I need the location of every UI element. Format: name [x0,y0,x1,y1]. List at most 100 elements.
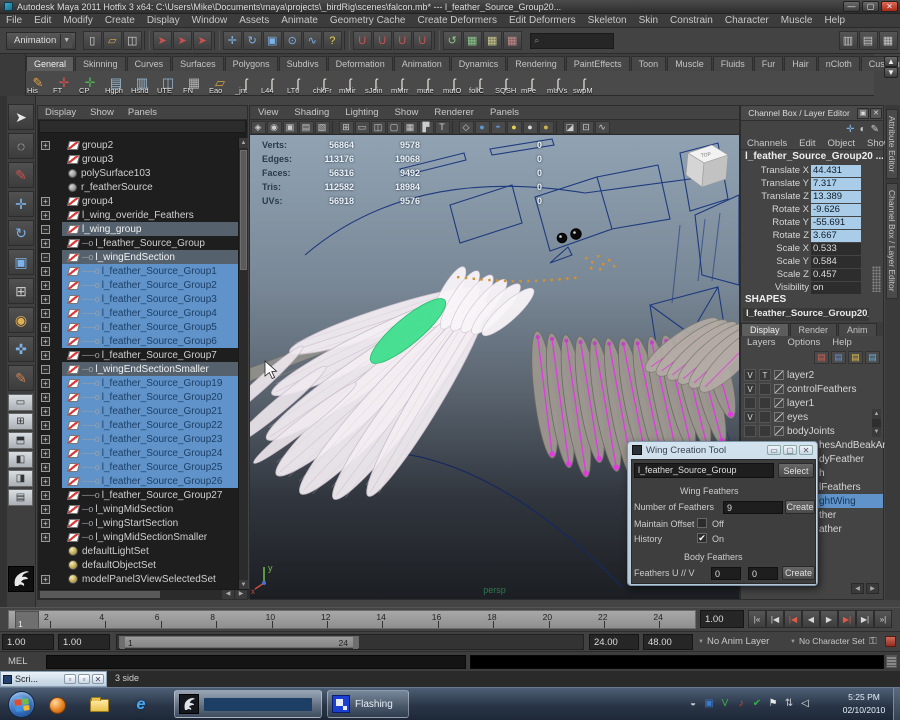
outliner-item-l_feather_Source_Group22[interactable]: + ──o l_feather_Source_Group22 [38,418,240,432]
show-desktop-button[interactable] [893,688,900,720]
plugin-shapes-icon[interactable]: ∿ [594,120,610,134]
outliner-item-content[interactable]: ──o l_feather_Source_Group5 [62,320,240,334]
shadows-icon[interactable]: ● [522,120,538,134]
channel-value-field[interactable]: 13.389 [811,190,861,203]
lock-camera-icon[interactable]: ◉ [266,120,282,134]
channel-box-menu-edit[interactable]: Edit [793,138,821,149]
minimize-button[interactable]: — [843,1,860,12]
outliner-item-group2[interactable]: + group2 [38,138,240,152]
isolate-select-icon[interactable]: ◪ [562,120,578,134]
outliner-item-l_wingEndSection[interactable]: − ─o l_wingEndSection [38,250,240,264]
expand-icon[interactable]: + [41,434,50,444]
shelf-item-mUVs[interactable]: ʃ mUVs [546,71,570,95]
expand-icon[interactable]: + [41,196,50,206]
layout-persp-outliner-icon[interactable]: ◨ [8,470,33,487]
layout-four-pane-icon[interactable]: ⊞ [8,413,33,430]
command-input-field[interactable] [46,655,466,669]
outliner-item-l_feather_Source_Group23[interactable]: + ──o l_feather_Source_Group23 [38,432,240,446]
layer-tab-render[interactable]: Render [789,323,838,336]
channel-box-menu-object[interactable]: Object [822,138,861,149]
safe-title-icon[interactable]: T [434,120,450,134]
expand-icon[interactable]: + [41,490,50,500]
auto-key-icon[interactable]: ⚿ [869,636,877,647]
outliner-item-l_feather_Source_Group1[interactable]: + ──o l_feather_Source_Group1 [38,264,240,278]
shelf-item-LT0[interactable]: ʃ LT0 [286,71,310,95]
scrollbar-thumb[interactable] [40,591,160,598]
select-component-icon[interactable]: ➤ [192,31,212,50]
menu-animate[interactable]: Animate [275,15,324,26]
expand-icon[interactable]: + [41,574,50,584]
gate-mask-icon[interactable]: ▢ [386,120,402,134]
layer-type-toggle[interactable] [759,411,771,423]
outliner-item-l_wingMidSectionSmaller[interactable]: + ─o l_wingMidSectionSmaller [38,530,240,544]
new-layer-selected-icon[interactable]: ▤ [865,350,880,364]
outliner-menu-show[interactable]: Show [83,107,121,118]
expand-icon[interactable]: + [41,294,50,304]
menu-help[interactable]: Help [818,15,851,26]
animation-end-field[interactable]: 48.00 [643,634,693,650]
expand-icon[interactable]: + [41,280,50,290]
outliner-item-content[interactable]: ──o l_feather_Source_Group1 [62,264,240,278]
outliner-item-content[interactable]: ──o l_feather_Source_Group2 [62,278,240,292]
chevron-down-icon[interactable]: ▼ [698,639,704,645]
shelf-tab-animation[interactable]: Animation [393,56,450,71]
menu-assets[interactable]: Assets [233,15,275,26]
outliner-item-content[interactable]: group2 [62,138,240,152]
construction-history-icon[interactable]: ↺ [442,31,462,50]
restore-button[interactable]: ▫ [64,674,76,684]
range-slider-trough[interactable]: 1 24 [116,634,584,650]
command-language-toggle[interactable]: MEL [8,656,28,667]
outliner-item-content[interactable]: polySurface103 [62,166,240,180]
lasso-tool-icon[interactable]: ◌ [8,133,34,159]
expand-icon[interactable]: + [41,322,50,332]
shelf-item-UTE[interactable]: ◫ UTE [156,71,180,95]
xray-icon[interactable]: ⊡ [578,120,594,134]
source-group-field[interactable]: l_feather_Source_Group [634,463,774,478]
expand-icon[interactable]: + [41,476,50,486]
outliner-item-polySurface103[interactable]: polySurface103 [38,166,240,180]
layer-tab-anim[interactable]: Anim [838,323,877,336]
media-player-taskbar-icon[interactable] [46,695,68,715]
outliner-item-content[interactable]: ─o l_wingStartSection [62,516,240,530]
outliner-item-content[interactable]: ──o l_feather_Source_Group20 [62,390,240,404]
shelf-item-mFe[interactable]: ʃ mFe [520,71,544,95]
layer-row-bodyJoints[interactable]: bodyJoints [741,424,883,438]
layer-color-swatch[interactable] [774,426,784,436]
layout-two-pane-top-icon[interactable]: ⬒ [8,432,33,449]
channel-value-field[interactable]: 44.431 [811,164,861,177]
use-all-lights-icon[interactable]: ● [506,120,522,134]
film-gate-icon[interactable]: ▭ [354,120,370,134]
shelf-item-CP[interactable]: ✛ CP [78,71,102,95]
show-tool-settings-icon[interactable]: ▤ [858,31,878,50]
playback-start-field[interactable]: 1.00 [58,634,110,650]
preferences-icon[interactable] [885,636,896,647]
internet-explorer-taskbar-icon[interactable]: e [130,695,152,715]
select-button[interactable]: Select [778,463,814,478]
shelf-item-chkFr[interactable]: ʃ chkFr [312,71,336,95]
outliner-item-content[interactable]: ──o l_feather_Source_Group6 [62,334,240,348]
outliner-item-content[interactable]: ──o l_feather_Source_Group4 [62,306,240,320]
outliner-item-r_featherSource[interactable]: r_featherSource [38,180,240,194]
menu-window[interactable]: Window [186,15,234,26]
outliner-item-content[interactable]: ──o l_feather_Source_Group19 [62,376,240,390]
shelf-item-Hshd[interactable]: ▥ Hshd [130,71,154,95]
script-editor-icon[interactable] [886,655,897,668]
scrollbar-thumb[interactable] [240,150,247,270]
snap-point-icon[interactable]: U [392,31,412,50]
layer-type-toggle[interactable] [759,383,771,395]
move-tool-icon[interactable]: ✛ [8,191,34,217]
outliner-item-content[interactable]: ──o l_feather_Source_Group21 [62,404,240,418]
edit-mode-icon[interactable]: ✎ [871,124,879,135]
expand-icon[interactable]: + [41,238,50,248]
step-forward-key-button[interactable]: ▶| [838,610,856,628]
shelf-item-sJoin[interactable]: ʃ sJoin [364,71,388,95]
move-tool-icon[interactable]: ✛ [222,31,242,50]
shelf-item-FN[interactable]: ▦ FN [182,71,206,95]
shelf-item-L44[interactable]: ʃ L44 [260,71,284,95]
menu-character[interactable]: Character [719,15,775,26]
channel-value-field[interactable]: 0.584 [811,255,861,268]
viewport-menu-panels[interactable]: Panels [482,107,527,118]
chevron-down-icon[interactable]: ▼ [790,639,796,645]
tray-flag-icon[interactable]: ⚑ [766,696,780,710]
maya-taskbar-button[interactable] [174,690,322,718]
